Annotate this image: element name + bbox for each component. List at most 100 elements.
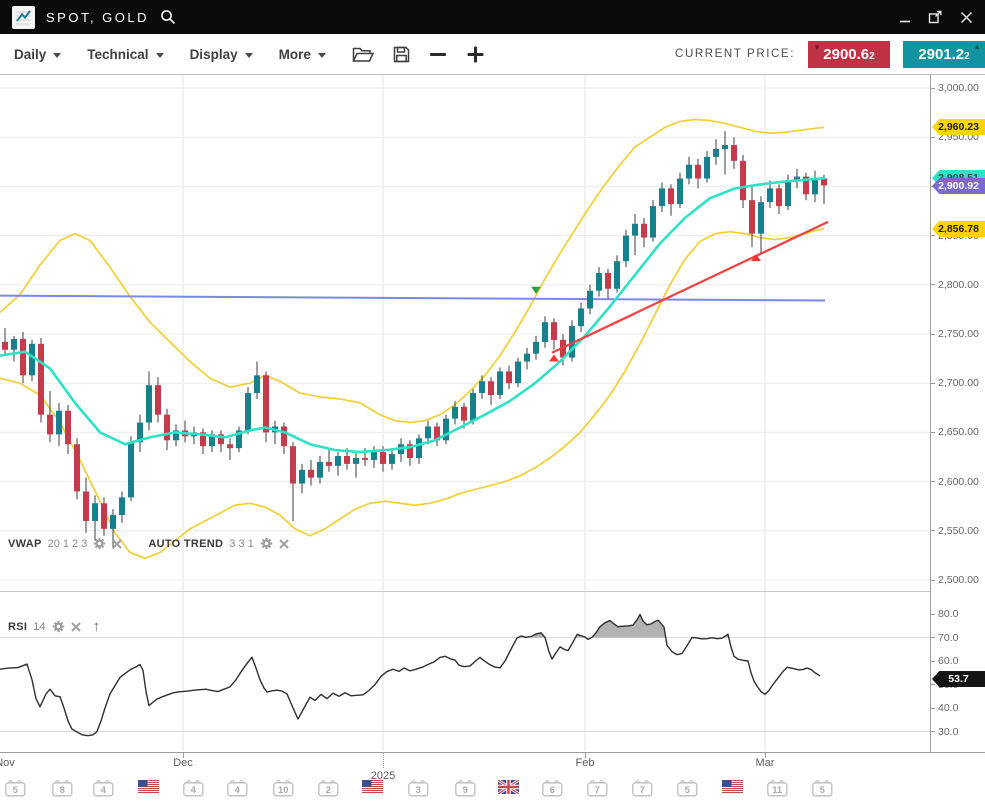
chevron-down-icon — [318, 53, 326, 58]
axis-tick-label: 30.0 — [938, 725, 958, 739]
symbol-title: SPOT, GOLD — [46, 10, 149, 25]
svg-text:10: 10 — [278, 785, 289, 796]
axis-tick — [931, 137, 935, 138]
calendar-event-icon[interactable]: 4 — [225, 780, 249, 797]
calendar-event-icon[interactable]: 4 — [181, 780, 205, 797]
svg-text:7: 7 — [639, 785, 644, 796]
svg-text:5: 5 — [819, 785, 825, 796]
calendar-event-icon[interactable]: 7 — [630, 780, 654, 797]
calendar-event-icon[interactable]: 5 — [3, 780, 27, 797]
main-price-chart[interactable] — [0, 75, 930, 592]
zoom-out-icon[interactable] — [429, 45, 447, 63]
flag-us-icon[interactable] — [360, 780, 384, 794]
axis-tick — [931, 334, 935, 335]
axis-tick-label: 2,500.00 — [938, 573, 979, 587]
auto-trend-params: 3 3 1 — [229, 538, 253, 550]
gear-icon[interactable] — [93, 537, 106, 550]
close-icon[interactable] — [960, 11, 973, 24]
popout-button[interactable] — [928, 10, 943, 24]
calendar-event-icon[interactable]: 6 — [540, 780, 564, 797]
calendar-event-icon[interactable]: 7 — [585, 780, 609, 797]
time-axis[interactable]: NovDec2025FebMar — [0, 752, 985, 772]
axis-tick — [931, 383, 935, 384]
axis-tick-label: 70.0 — [938, 631, 958, 645]
close-icon[interactable] — [112, 539, 122, 549]
svg-text:5: 5 — [684, 785, 690, 796]
flag-us-icon[interactable] — [720, 780, 744, 794]
rsi-legend: RSI 14 ↑ — [8, 618, 100, 635]
events-row: 5 8 4 4 4 10 2 3 9 — [0, 774, 985, 805]
svg-text:7: 7 — [594, 785, 599, 796]
axis-tick-label: 2,800.00 — [938, 278, 979, 292]
calendar-event-icon[interactable]: 8 — [50, 780, 74, 797]
gear-icon[interactable] — [260, 537, 273, 550]
lower-band-price-tag: 2,856.78 — [932, 221, 985, 237]
zoom-in-icon[interactable] — [466, 45, 485, 64]
gear-icon[interactable] — [52, 620, 65, 633]
axis-tick — [931, 731, 935, 732]
arrow-down-icon: ▼ — [813, 44, 821, 52]
axis-tick — [931, 284, 935, 285]
calendar-event-icon[interactable]: 2 — [316, 780, 340, 797]
axis-tick — [931, 708, 935, 709]
axis-tick — [931, 88, 935, 89]
calendar-event-icon[interactable]: 5 — [675, 780, 699, 797]
close-icon[interactable] — [71, 622, 81, 632]
axis-tick-label: 2,750.00 — [938, 327, 979, 341]
svg-text:2: 2 — [325, 785, 330, 796]
calendar-event-icon[interactable]: 11 — [765, 780, 789, 797]
axis-tick-label: 40.0 — [938, 701, 958, 715]
rsi-params: 14 — [33, 621, 45, 633]
minimize-button[interactable] — [899, 11, 911, 23]
flag-uk-icon[interactable] — [496, 780, 520, 794]
time-axis-label: Dec — [163, 757, 203, 769]
calendar-event-icon[interactable]: 5 — [810, 780, 834, 797]
app-logo-icon — [12, 6, 35, 29]
year-separator — [383, 753, 384, 768]
price-axis[interactable]: 30.040.050.060.070.080.02,500.002,550.00… — [930, 75, 985, 752]
axis-tick-label: 60.0 — [938, 654, 958, 668]
last-price-tag: 2,900.92 — [932, 178, 985, 194]
close-icon[interactable] — [279, 539, 289, 549]
arrow-up-icon: ▲ — [973, 43, 981, 51]
vwap-name: VWAP — [8, 538, 42, 550]
axis-tick-label: 3,000.00 — [938, 81, 979, 95]
menu-display[interactable]: Display — [190, 47, 253, 62]
upper-band-price-tag: 2,960.23 — [932, 119, 985, 135]
time-axis-label: Mar — [745, 757, 785, 769]
rsi-indicator-chart[interactable] — [0, 592, 930, 751]
ask-price-box: ▲ 2901.22 — [903, 41, 985, 68]
chevron-down-icon — [156, 53, 164, 58]
chevron-down-icon — [245, 53, 253, 58]
axis-tick-label: 2,650.00 — [938, 425, 979, 439]
svg-text:9: 9 — [462, 785, 467, 796]
axis-tick-label: 2,550.00 — [938, 524, 979, 538]
vwap-params: 20 1 2 3 — [48, 538, 88, 550]
svg-text:11: 11 — [772, 785, 783, 796]
axis-tick — [931, 481, 935, 482]
save-icon[interactable] — [393, 46, 410, 63]
chart-application-window: SPOT, GOLD Daily Technical Display More — [0, 0, 985, 805]
open-folder-icon[interactable] — [352, 46, 374, 63]
rsi-value-tag: 53.7 — [932, 671, 985, 687]
move-indicator-up-icon[interactable]: ↑ — [93, 618, 101, 635]
search-icon[interactable] — [160, 9, 176, 25]
axis-tick — [931, 580, 935, 581]
svg-text:4: 4 — [234, 785, 240, 796]
toolbar: Daily Technical Display More CURRENT PRI… — [0, 34, 985, 75]
axis-tick — [931, 235, 935, 236]
calendar-event-icon[interactable]: 9 — [453, 780, 477, 797]
axis-tick — [931, 614, 935, 615]
time-axis-label: Nov — [0, 757, 25, 769]
menu-daily[interactable]: Daily — [14, 47, 61, 62]
axis-tick — [931, 530, 935, 531]
menu-technical[interactable]: Technical — [87, 47, 163, 62]
axis-tick-label: 80.0 — [938, 607, 958, 621]
menu-more[interactable]: More — [279, 47, 326, 62]
calendar-event-icon[interactable]: 4 — [91, 780, 115, 797]
title-bar: SPOT, GOLD — [0, 0, 985, 34]
calendar-event-icon[interactable]: 3 — [406, 780, 430, 797]
calendar-event-icon[interactable]: 10 — [271, 780, 295, 797]
svg-text:8: 8 — [59, 785, 64, 796]
flag-us-icon[interactable] — [136, 780, 160, 794]
